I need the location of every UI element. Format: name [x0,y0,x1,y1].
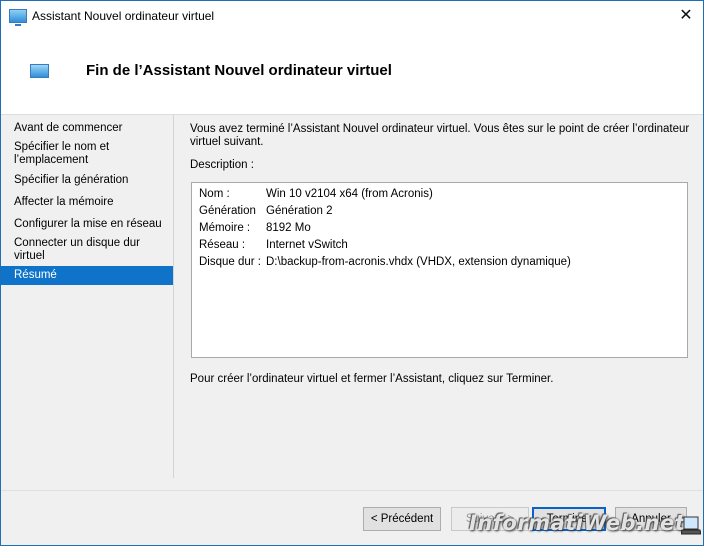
sidebar-item-disque-dur[interactable]: Connecter un disque dur virtuel [1,237,173,263]
summary-value: D:\backup-from-acronis.vhdx (VHDX, exten… [266,256,571,268]
laptop-icon [681,516,701,535]
sidebar-item-avant-de-commencer[interactable]: Avant de commencer [1,122,173,135]
sidebar-item-resume[interactable]: Résumé [1,266,173,285]
previous-button[interactable]: < Précédent [363,507,441,531]
sidebar-item-nom-emplacement[interactable]: Spécifier le nom et l’emplacement [1,141,173,167]
intro-text: Vous avez terminé l’Assistant Nouvel ord… [190,123,690,148]
summary-value: 8192 Mo [266,222,311,234]
footer-divider [1,490,703,491]
summary-key: Génération [199,205,256,217]
close-icon: ✕ [679,7,693,24]
finish-note: Pour créer l’ordinateur virtuel et ferme… [190,373,554,385]
close-button[interactable]: ✕ [671,1,701,31]
summary-key: Nom : [199,188,230,200]
summary-key: Réseau : [199,239,246,251]
wizard-steps-sidebar: Avant de commencer Spécifier le nom et l… [1,115,174,478]
wizard-window: Assistant Nouvel ordinateur virtuel ✕ Fi… [0,0,704,546]
watermark-logo: InformatiWeb.net [469,511,686,535]
wizard-header: Fin de l’Assistant Nouvel ordinateur vir… [1,31,703,115]
summary-key: Disque dur : [199,256,262,268]
summary-key: Mémoire : [199,222,251,234]
window-title: Assistant Nouvel ordinateur virtuel [32,9,215,23]
sidebar-item-memoire[interactable]: Affecter la mémoire [1,196,173,209]
summary-value: Internet vSwitch [266,239,348,251]
title-bar: Assistant Nouvel ordinateur virtuel ✕ [1,1,703,31]
monitor-icon [30,64,49,78]
summary-value: Win 10 v2104 x64 (from Acronis) [266,188,433,200]
description-box[interactable]: Nom : Win 10 v2104 x64 (from Acronis) Gé… [191,182,688,358]
page-title: Fin de l’Assistant Nouvel ordinateur vir… [86,62,392,79]
monitor-icon [9,9,27,26]
summary-value: Génération 2 [266,205,333,217]
sidebar-item-generation[interactable]: Spécifier la génération [1,174,173,187]
description-label: Description : [190,159,254,171]
sidebar-item-reseau[interactable]: Configurer la mise en réseau [1,218,173,231]
